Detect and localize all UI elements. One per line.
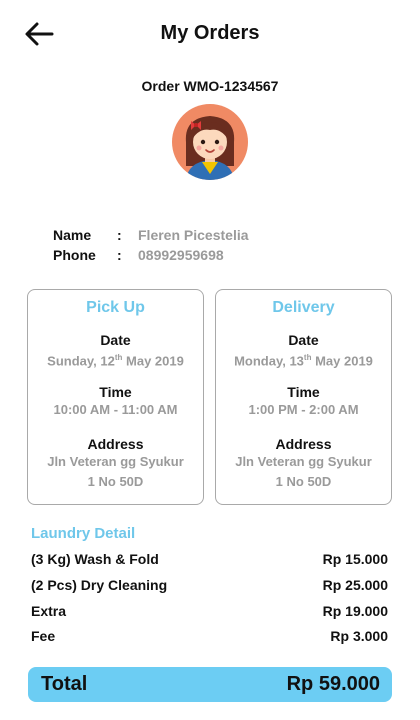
pickup-time-label: Time [99,384,132,400]
phone-value: 08992959698 [138,247,224,263]
pickup-title: Pick Up [86,299,145,316]
total-bar: Total Rp 59.000 [28,667,392,702]
pickup-date-value: Sunday, 12th May 2019 [47,353,184,369]
item-name: (2 Pcs) Dry Cleaning [31,577,168,593]
delivery-address-line2: 1 No 50D [275,474,332,489]
total-label: Total [41,673,88,695]
total-value: Rp 59.000 [286,673,380,695]
delivery-date-label: Date [288,332,319,348]
separator: : [117,247,122,263]
delivery-time-value: 1:00 PM - 2:00 AM [248,402,359,417]
item-name: Extra [31,603,67,619]
order-id: Order WMO-1234567 [141,78,279,94]
laundry-detail-title: Laundry Detail [31,525,136,542]
name-label: Name [53,227,92,243]
avatar [172,104,248,180]
item-price: Rp 3.000 [330,628,388,644]
delivery-address-line1: Jln Veteran gg Syukur [235,454,372,469]
pickup-date-label: Date [100,332,131,348]
delivery-time-label: Time [287,384,320,400]
separator: : [117,227,122,243]
item-name: (3 Kg) Wash & Fold [31,551,159,567]
header: My Orders [0,0,420,70]
item-price: Rp 15.000 [322,551,388,567]
pickup-address-line1: Jln Veteran gg Syukur [47,454,184,469]
item-price: Rp 19.000 [322,603,388,619]
delivery-address-label: Address [275,436,332,452]
name-value: Fleren Picestelia [138,227,249,243]
page-title: My Orders [160,22,260,44]
phone-label: Phone [53,247,96,263]
delivery-title: Delivery [272,299,335,316]
item-name: Fee [31,628,56,644]
pickup-address-line2: 1 No 50D [87,474,144,489]
pickup-card: Pick Up Date Sunday, 12th May 2019 Time … [27,289,204,505]
girl-avatar-icon [172,104,248,180]
pickup-time-value: 10:00 AM - 11:00 AM [53,402,178,417]
item-price: Rp 25.000 [322,577,388,593]
pickup-address-label: Address [87,436,144,452]
delivery-card: Delivery Date Monday, 13th May 2019 Time… [215,289,392,505]
delivery-date-value: Monday, 13th May 2019 [234,353,373,369]
